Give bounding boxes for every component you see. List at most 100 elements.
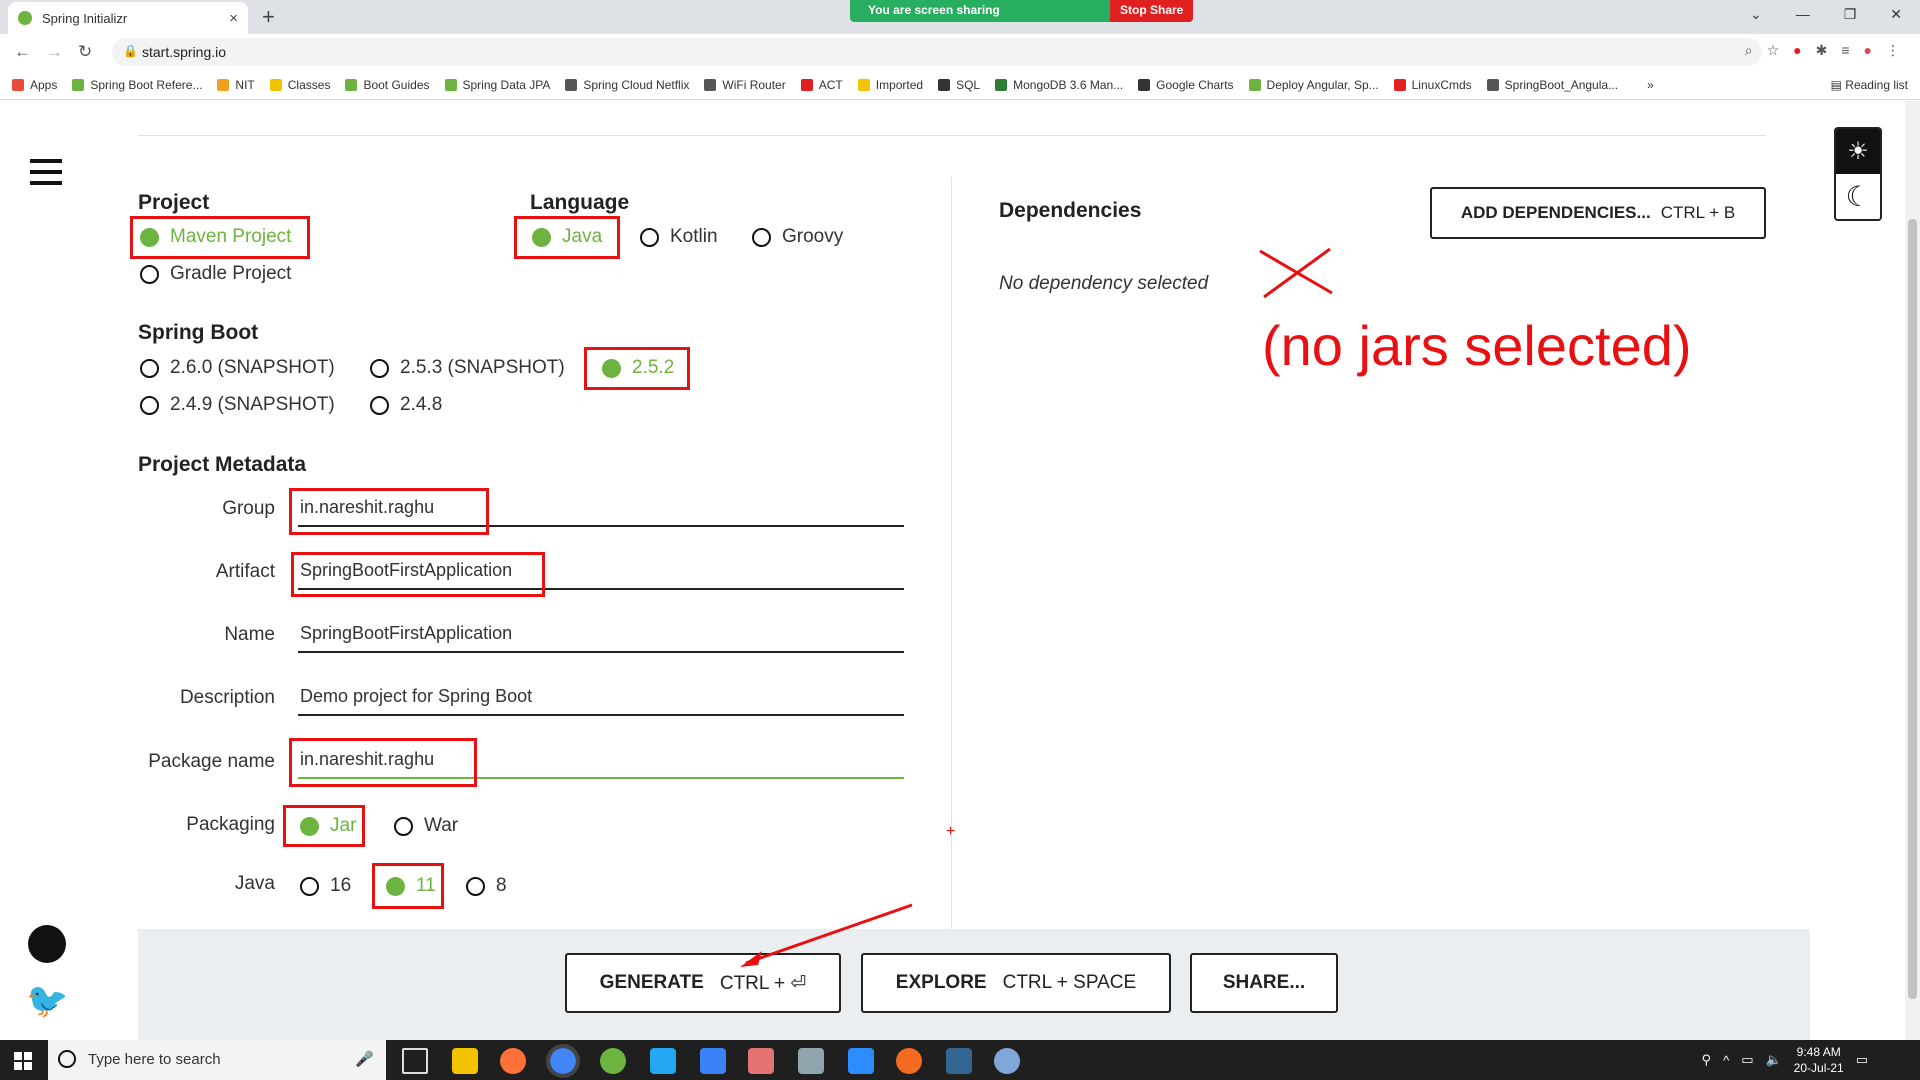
github-icon[interactable] <box>28 925 66 963</box>
bookmark-favicon-icon <box>1138 78 1151 91</box>
annotation-arrow <box>740 903 913 967</box>
close-window-icon[interactable]: ✕ <box>1890 6 1902 23</box>
radio-boot-248[interactable]: 2.4.8 <box>370 394 442 416</box>
url-input[interactable]: 🔒 start.spring.io <box>112 38 1762 66</box>
vscode-icon[interactable] <box>650 1048 676 1074</box>
hamburger-menu-icon[interactable] <box>30 159 62 185</box>
postman-icon[interactable] <box>896 1048 922 1074</box>
bookmark-item[interactable]: ACT <box>800 78 843 92</box>
windows-start-icon[interactable] <box>14 1052 32 1070</box>
bookmark-item[interactable]: Boot Guides <box>345 78 430 92</box>
bookmark-item[interactable]: NIT <box>217 78 255 92</box>
package-name-input[interactable] <box>298 741 904 779</box>
bookmark-item[interactable]: MongoDB 3.6 Man... <box>995 78 1123 92</box>
firefox-icon[interactable] <box>500 1048 526 1074</box>
minimize-icon[interactable]: — <box>1796 6 1810 23</box>
bookmark-favicon-icon <box>1393 78 1406 91</box>
tab-close-icon[interactable]: × <box>229 10 238 27</box>
taskbar-search-input[interactable]: Type here to search 🎤 <box>48 1040 386 1080</box>
media-icon[interactable]: ≡ <box>1841 42 1849 59</box>
microphone-icon[interactable]: 🎤 <box>355 1050 374 1068</box>
header-divider <box>138 135 1766 136</box>
zoom-app-icon[interactable] <box>848 1048 874 1074</box>
radio-jar[interactable]: Jar <box>300 815 356 837</box>
add-dependencies-button[interactable]: ADD DEPENDENCIES... CTRL + B <box>1430 187 1766 239</box>
moon-icon[interactable]: ☾ <box>1836 174 1880 219</box>
bookmark-item[interactable]: Spring Boot Refere... <box>72 78 202 92</box>
radio-gradle-project[interactable]: Gradle Project <box>140 263 291 285</box>
people-icon[interactable]: ⚲ <box>1702 1052 1712 1068</box>
task-view-icon[interactable] <box>402 1048 428 1074</box>
taskbar-clock[interactable]: 9:48 AM 20-Jul-21 <box>1794 1044 1844 1076</box>
azure-data-studio-icon[interactable] <box>700 1048 726 1074</box>
reading-list-icon: ▤ <box>1830 78 1846 92</box>
bookmark-item[interactable]: Spring Cloud Netflix <box>565 78 689 92</box>
group-input[interactable] <box>298 489 904 527</box>
radio-java-16[interactable]: 16 <box>300 875 351 897</box>
description-input[interactable] <box>298 678 904 716</box>
description-label: Description <box>179 687 275 708</box>
browser-tab[interactable]: Spring Initializr × <box>8 2 248 34</box>
system-tray: ⚲ ^ ▭ 🔈 9:48 AM 20-Jul-21 ▭ <box>1702 1044 1868 1076</box>
tab-search-icon[interactable]: ⌄ <box>1750 6 1762 23</box>
radio-groovy[interactable]: Groovy <box>752 226 843 248</box>
postgres-icon[interactable] <box>946 1048 972 1074</box>
zoom-icon[interactable]: ⌕ <box>1745 42 1753 59</box>
chrome-icon[interactable] <box>546 1044 580 1078</box>
bookmark-item[interactable]: LinuxCmds <box>1393 78 1472 92</box>
bookmarks-overflow-icon[interactable]: » <box>1647 78 1654 92</box>
bookmark-item[interactable]: SQL <box>938 78 980 92</box>
sun-icon[interactable]: ☀ <box>1836 129 1880 174</box>
network-icon[interactable]: ▭ <box>1741 1052 1753 1068</box>
radio-maven-project[interactable]: Maven Project <box>140 226 291 248</box>
page-scrollbar[interactable] <box>1905 101 1920 1040</box>
bookmark-star-icon[interactable]: ☆ <box>1767 42 1780 59</box>
theme-toggle[interactable]: ☀ ☾ <box>1834 127 1882 221</box>
radio-kotlin[interactable]: Kotlin <box>640 226 718 248</box>
radio-boot-253-snapshot[interactable]: 2.5.3 (SNAPSHOT) <box>370 357 565 379</box>
lock-icon[interactable]: 🔒 <box>123 44 138 58</box>
paint-icon[interactable] <box>748 1048 774 1074</box>
adblock-icon[interactable]: ● <box>1793 42 1801 59</box>
reading-list-button[interactable]: ▤ Reading list <box>1831 78 1908 92</box>
spring-tool-suite-icon[interactable] <box>600 1048 626 1074</box>
tray-chevron-icon[interactable]: ^ <box>1723 1053 1729 1068</box>
artifact-input[interactable] <box>298 552 904 590</box>
bookmarks-bar: Apps Spring Boot Refere... NIT Classes Boot … <box>0 70 1920 100</box>
new-tab-button[interactable]: + <box>262 4 275 30</box>
bookmark-item[interactable]: Classes <box>269 78 330 92</box>
reload-icon[interactable]: ↻ <box>78 42 92 62</box>
radio-war[interactable]: War <box>394 815 458 837</box>
forward-icon[interactable]: → <box>46 42 63 62</box>
notification-icon[interactable]: ▭ <box>1856 1052 1868 1068</box>
radio-java-11[interactable]: 11 <box>386 875 436 897</box>
stop-share-button[interactable]: Stop Share <box>1110 0 1194 22</box>
bookmark-item[interactable]: Spring Data JPA <box>444 78 550 92</box>
bookmark-item[interactable]: Google Charts <box>1138 78 1234 92</box>
radio-boot-260-snapshot[interactable]: 2.6.0 (SNAPSHOT) <box>140 357 335 379</box>
bookmark-item[interactable]: Apps <box>12 78 57 92</box>
address-bar-row: ← → ↻ 🔒 start.spring.io ⌕ ☆ ● ✱ ≡ ● ⋮ <box>0 34 1920 70</box>
snipping-tool-icon[interactable] <box>798 1048 824 1074</box>
file-explorer-icon[interactable] <box>452 1048 478 1074</box>
extensions-icon[interactable]: ✱ <box>1816 42 1828 59</box>
name-input[interactable] <box>298 615 904 653</box>
radio-boot-249-snapshot[interactable]: 2.4.9 (SNAPSHOT) <box>140 394 335 416</box>
radio-java[interactable]: Java <box>532 226 602 248</box>
group-label: Group <box>222 498 275 519</box>
back-icon[interactable]: ← <box>14 42 31 62</box>
pgadmin-icon[interactable] <box>994 1048 1020 1074</box>
bookmark-item[interactable]: Deploy Angular, Sp... <box>1248 78 1379 92</box>
menu-kebab-icon[interactable]: ⋮ <box>1886 42 1900 59</box>
restore-icon[interactable]: ❐ <box>1844 6 1857 23</box>
twitter-icon[interactable]: 🐦 <box>26 981 68 1021</box>
profile-avatar[interactable]: ● <box>1864 42 1872 59</box>
bookmark-favicon-icon <box>995 78 1008 91</box>
bookmark-item[interactable]: SpringBoot_Angula... <box>1486 78 1618 92</box>
radio-java-8[interactable]: 8 <box>466 875 507 897</box>
bookmark-item[interactable]: Imported <box>857 78 923 92</box>
share-button[interactable]: SHARE... <box>1190 953 1338 1013</box>
radio-boot-252[interactable]: 2.5.2 <box>602 357 674 379</box>
bookmark-item[interactable]: WiFi Router <box>704 78 786 92</box>
volume-icon[interactable]: 🔈 <box>1765 1052 1781 1068</box>
